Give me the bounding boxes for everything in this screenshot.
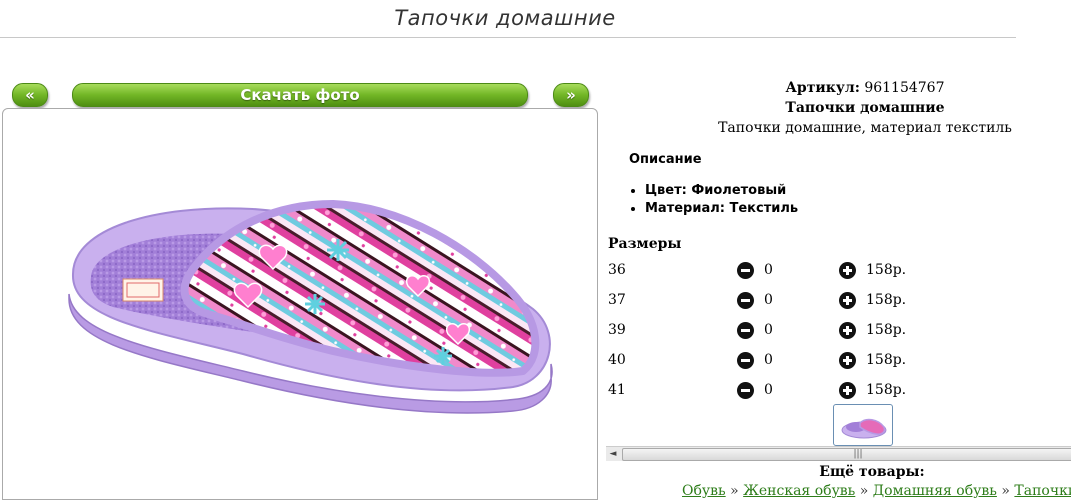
plus-icon[interactable] bbox=[839, 292, 856, 309]
price-value: 158р. bbox=[866, 292, 907, 308]
title-divider bbox=[0, 37, 1016, 38]
quantity-value: 0 bbox=[764, 292, 773, 308]
article-line: Артикул: 961154767 bbox=[606, 80, 1071, 96]
size-value: 40 bbox=[608, 352, 626, 368]
quantity-value: 0 bbox=[764, 262, 773, 278]
product-photo[interactable] bbox=[2, 108, 598, 500]
minus-icon[interactable] bbox=[737, 382, 754, 399]
breadcrumb-separator: » bbox=[1001, 483, 1010, 499]
minus-icon[interactable] bbox=[737, 352, 754, 369]
property-color: Цвет: Фиолетовый bbox=[645, 182, 798, 200]
plus-icon[interactable] bbox=[839, 262, 856, 279]
description-heading: Описание bbox=[629, 152, 702, 167]
more-products-heading: Ещё товары: bbox=[819, 464, 925, 480]
size-value: 41 bbox=[608, 382, 626, 398]
breadcrumb-link[interactable]: Обувь bbox=[682, 483, 726, 499]
scrollbar-thumb[interactable]: ||| bbox=[622, 448, 1071, 461]
thumbnail-image bbox=[841, 418, 887, 439]
property-material: Материал: Текстиль bbox=[645, 200, 798, 218]
breadcrumb-link[interactable]: Женская обувь bbox=[743, 483, 855, 499]
size-row: 40 0 158р. bbox=[608, 351, 1028, 371]
scroll-left-icon[interactable]: ◄ bbox=[606, 447, 620, 461]
minus-icon[interactable] bbox=[737, 292, 754, 309]
sizes-heading: Размеры bbox=[608, 236, 682, 252]
price-value: 158р. bbox=[866, 322, 907, 338]
quantity-value: 0 bbox=[764, 382, 773, 398]
page-title: Тапочки домашние bbox=[394, 6, 616, 30]
horizontal-scrollbar[interactable]: ◄ ||| bbox=[606, 446, 1071, 461]
breadcrumb-link[interactable]: Домашняя обувь bbox=[873, 483, 997, 499]
size-value: 36 bbox=[608, 262, 626, 278]
plus-icon[interactable] bbox=[839, 322, 856, 339]
size-row: 41 0 158р. bbox=[608, 381, 1028, 401]
minus-icon[interactable] bbox=[737, 322, 754, 339]
size-row: 36 0 158р. bbox=[608, 261, 1028, 281]
minus-icon[interactable] bbox=[737, 262, 754, 279]
size-row: 39 0 158р. bbox=[608, 321, 1028, 341]
slipper-image bbox=[68, 200, 553, 414]
breadcrumb-separator: » bbox=[730, 483, 739, 499]
product-name: Тапочки домашние bbox=[785, 100, 945, 116]
breadcrumb: Обувь » Женская обувь » Домашняя обувь »… bbox=[606, 483, 1071, 499]
size-value: 39 bbox=[608, 322, 626, 338]
plus-icon[interactable] bbox=[839, 352, 856, 369]
price-value: 158р. bbox=[866, 352, 907, 368]
price-value: 158р. bbox=[866, 382, 907, 398]
next-photo-button[interactable]: » bbox=[553, 83, 589, 107]
quantity-value: 0 bbox=[764, 352, 773, 368]
size-value: 37 bbox=[608, 292, 626, 308]
prev-photo-button[interactable]: « bbox=[12, 83, 48, 107]
article-label: Артикул: bbox=[785, 80, 860, 96]
quantity-value: 0 bbox=[764, 322, 773, 338]
breadcrumb-link[interactable]: Тапочки bbox=[1014, 483, 1071, 499]
product-short-description: Тапочки домашние, материал текстиль bbox=[718, 120, 1012, 136]
product-thumbnail[interactable] bbox=[833, 404, 893, 446]
download-photo-button[interactable]: Скачать фото bbox=[72, 83, 528, 107]
breadcrumb-separator: » bbox=[859, 483, 869, 499]
price-value: 158р. bbox=[866, 262, 907, 278]
plus-icon[interactable] bbox=[839, 382, 856, 399]
article-value: 961154767 bbox=[864, 80, 945, 96]
property-list: Цвет: Фиолетовый Материал: Текстиль bbox=[629, 182, 798, 218]
size-row: 37 0 158р. bbox=[608, 291, 1028, 311]
